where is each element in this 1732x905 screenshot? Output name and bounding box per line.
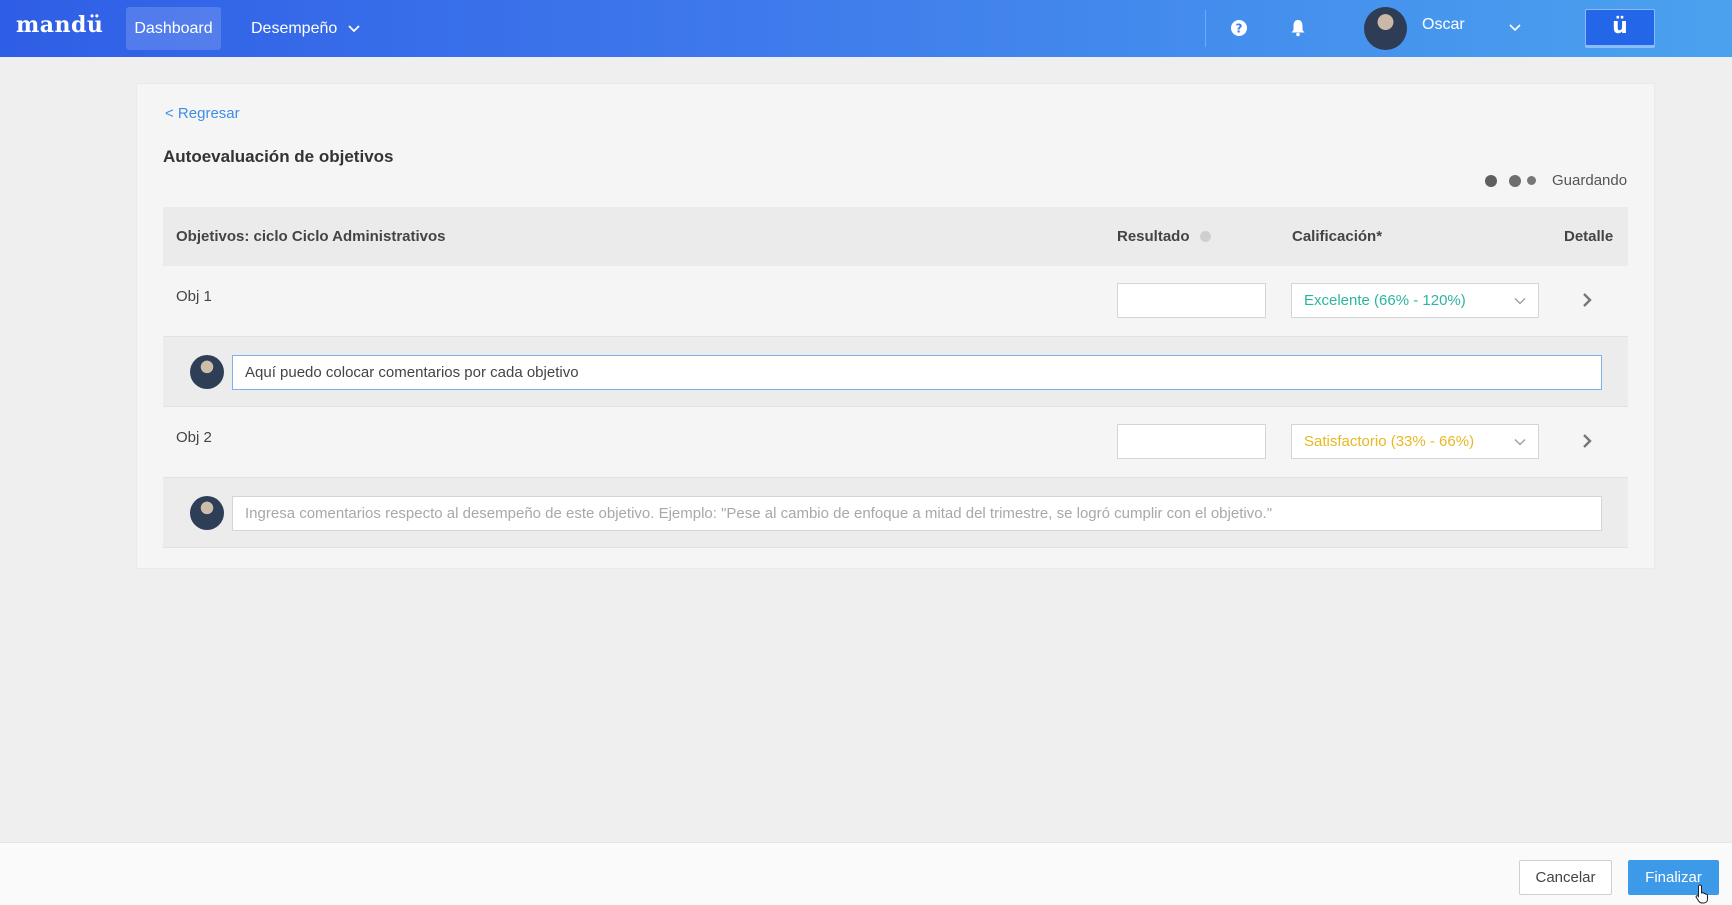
header-result: Resultado: [1117, 228, 1211, 245]
chevron-down-icon: [348, 24, 360, 32]
brand-button[interactable]: ü: [1585, 9, 1655, 46]
rating-select-value: Satisfactorio (33% - 66%): [1304, 433, 1475, 450]
bell-icon[interactable]: [1290, 19, 1306, 37]
objective-label: Obj 2: [176, 429, 212, 446]
chevron-right-icon[interactable]: [1581, 292, 1593, 308]
header-result-label: Resultado: [1117, 228, 1190, 245]
loading-dot-icon: [1527, 176, 1536, 185]
comment-input[interactable]: Aquí puedo colocar comentarios por cada …: [232, 355, 1602, 390]
top-navbar: mandü Dashboard Desempeño ? Oscar ü: [0, 0, 1732, 57]
avatar: [190, 355, 224, 389]
chevron-down-icon: [1514, 439, 1526, 446]
help-icon[interactable]: ?: [1230, 19, 1248, 37]
saving-indicator: Guardando: [1485, 172, 1627, 189]
user-avatar[interactable]: [1364, 7, 1407, 50]
app-logo[interactable]: mandü: [16, 12, 103, 38]
rating-select[interactable]: Excelente (66% - 120%): [1291, 283, 1539, 318]
info-icon[interactable]: [1199, 231, 1211, 242]
table-row: Obj 2 Satisfactorio (33% - 66%): [163, 407, 1628, 477]
header-objectives: Objetivos: ciclo Ciclo Administrativos: [176, 228, 446, 245]
table-header: Objetivos: ciclo Ciclo Administrativos R…: [163, 207, 1628, 266]
rating-select-value: Excelente (66% - 120%): [1304, 292, 1466, 309]
back-link[interactable]: < Regresar: [165, 105, 240, 122]
avatar: [190, 496, 224, 530]
loading-dot-icon: [1485, 174, 1497, 187]
nav-desempeno[interactable]: Desempeño: [251, 7, 361, 50]
loading-dot-icon: [1509, 174, 1521, 187]
header-rating: Calificación*: [1292, 228, 1383, 245]
table-row: Obj 1 Excelente (66% - 120%): [163, 266, 1628, 336]
footer-bar: [0, 842, 1732, 905]
chevron-down-icon: [1514, 298, 1526, 305]
comment-row: Aquí puedo colocar comentarios por cada …: [163, 336, 1628, 407]
header-detail: Detalle: [1564, 228, 1614, 245]
nav-dashboard[interactable]: Dashboard: [126, 7, 221, 50]
result-input[interactable]: [1117, 424, 1266, 459]
cancel-button[interactable]: Cancelar: [1519, 860, 1612, 895]
chevron-right-icon[interactable]: [1581, 433, 1593, 449]
nav-desempeno-label: Desempeño: [251, 20, 338, 37]
objective-label: Obj 1: [176, 288, 212, 305]
user-name[interactable]: Oscar: [1422, 16, 1465, 34]
result-input[interactable]: [1117, 283, 1266, 318]
page-title: Autoevaluación de objetivos: [163, 147, 394, 166]
comment-row: Ingresa comentarios respecto al desempeñ…: [163, 477, 1628, 548]
nav-divider: [1205, 10, 1206, 47]
svg-text:?: ?: [1236, 22, 1243, 36]
rating-select[interactable]: Satisfactorio (33% - 66%): [1291, 424, 1539, 459]
hand-cursor-icon: [1695, 884, 1708, 904]
comment-input[interactable]: Ingresa comentarios respecto al desempeñ…: [232, 496, 1602, 531]
saving-label: Guardando: [1552, 172, 1628, 189]
chevron-down-icon[interactable]: [1508, 21, 1522, 35]
